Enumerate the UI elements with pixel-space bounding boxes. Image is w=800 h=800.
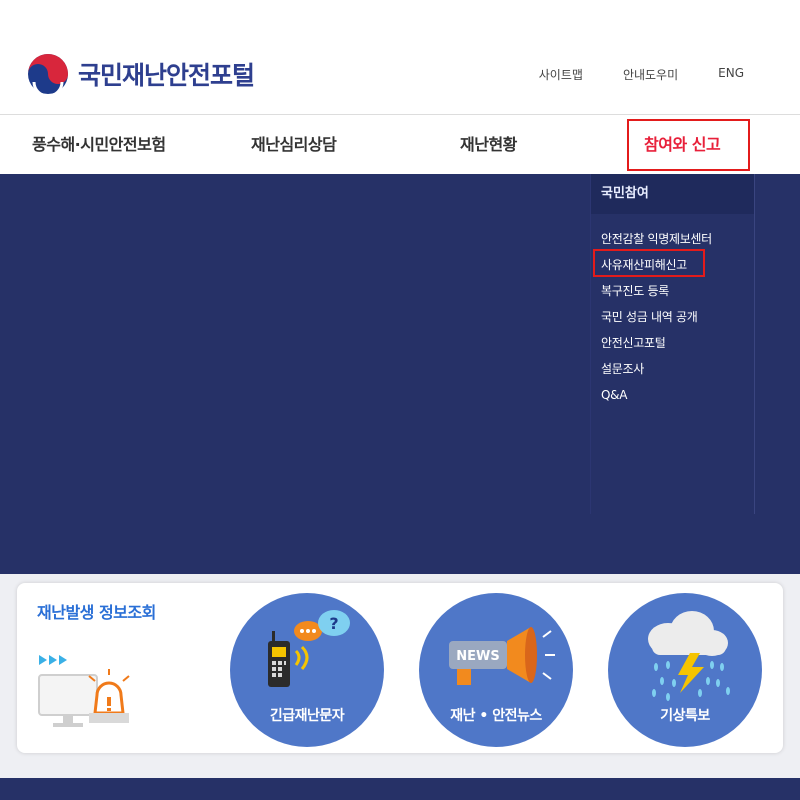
nav-highlight-box [627, 119, 750, 171]
site-header: 국민재난안전포털 사이트맵 안내도우미 ENG [0, 0, 800, 114]
menu-item-recovery-progress[interactable]: 복구진도 등록 [601, 278, 754, 304]
safety-news-button[interactable]: NEWS 재난 • 안전뉴스 [419, 593, 573, 747]
disaster-info-panel: 재난발생 정보조회 ? 긴급재난문자 NEWS 재난 • 안전뉴스 기상특보 [17, 583, 783, 753]
weather-warning-button[interactable]: 기상특보 [608, 593, 762, 747]
taegeuk-logo-icon [28, 54, 68, 96]
monitor-alarm-icon [38, 655, 130, 727]
emergency-alert-label: 긴급재난문자 [269, 708, 345, 724]
safety-news-label: 재난 • 안전뉴스 [450, 708, 542, 724]
nav-item-counseling[interactable]: 재난심리상담 [251, 115, 337, 175]
emergency-alert-button[interactable]: ? 긴급재난문자 [230, 593, 384, 747]
site-logo[interactable]: 국민재난안전포털 [26, 52, 255, 96]
menu-item-qna[interactable]: Q&A [601, 382, 754, 408]
menu-item-survey[interactable]: 설문조사 [601, 356, 754, 382]
menu-highlight-box [593, 249, 705, 277]
menu-item-safety-report-portal[interactable]: 안전신고포털 [601, 330, 754, 356]
dropdown-heading: 국민참여 [591, 174, 754, 214]
english-link[interactable]: ENG [718, 66, 744, 83]
footer-stripe [0, 778, 800, 800]
dropdown-list: 안전감찰 익명제보센터 사유재산피해신고 복구진도 등록 국민 성금 내역 공개… [591, 214, 754, 408]
weather-warning-label: 기상특보 [660, 708, 710, 724]
guide-helper-link[interactable]: 안내도우미 [623, 66, 678, 83]
nav-item-disaster-status[interactable]: 재난현황 [460, 115, 517, 175]
sitemap-link[interactable]: 사이트맵 [539, 66, 583, 83]
news-badge-text: NEWS [456, 649, 499, 664]
panel-title: 재난발생 정보조회 [37, 603, 156, 622]
nav-item-insurance[interactable]: 풍수해·시민안전보험 [32, 115, 166, 175]
menu-item-donation-disclosure[interactable]: 국민 성금 내역 공개 [601, 304, 754, 330]
participation-dropdown: 국민참여 안전감찰 익명제보센터 사유재산피해신고 복구진도 등록 국민 성금 … [590, 174, 755, 514]
utility-links: 사이트맵 안내도우미 ENG [539, 66, 744, 83]
svg-text:?: ? [329, 614, 338, 633]
site-title: 국민재난안전포털 [78, 61, 255, 90]
